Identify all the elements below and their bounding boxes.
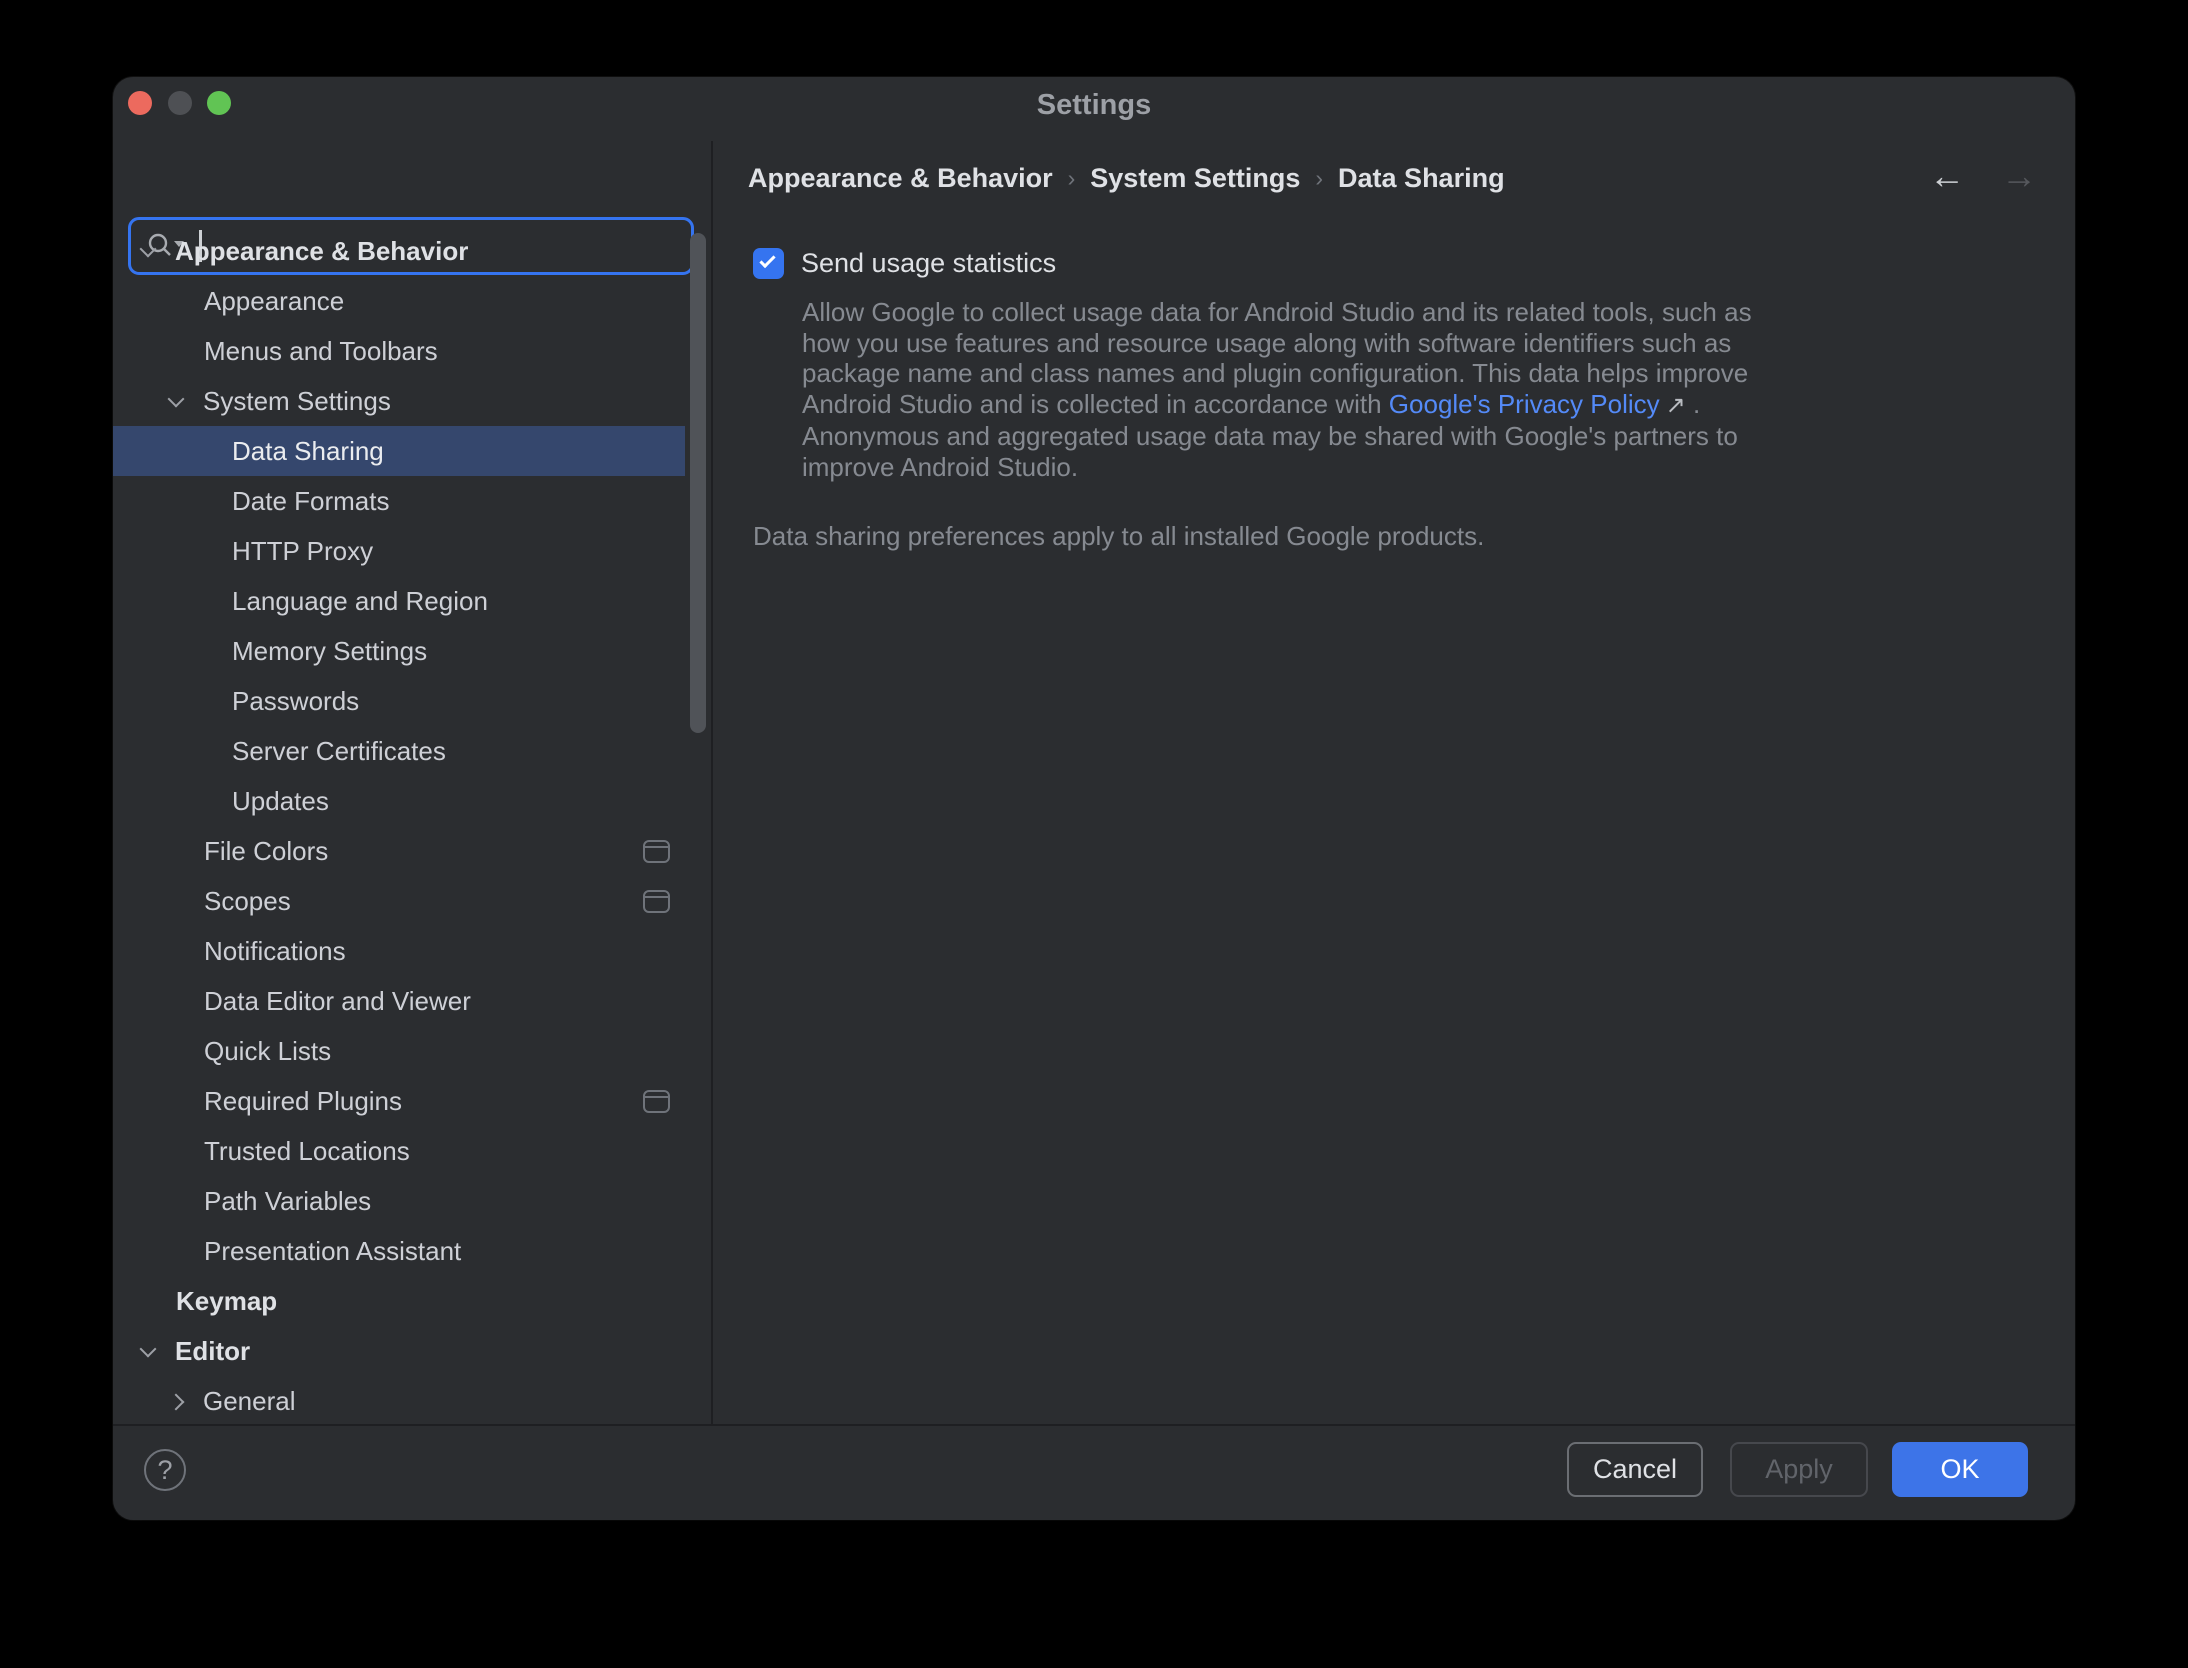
sidebar-item-label: Notifications (204, 936, 346, 966)
sidebar-item-label: General (203, 1386, 296, 1416)
sidebar-item-quick-lists[interactable]: Quick Lists (113, 1026, 711, 1076)
sidebar-item-memory-settings[interactable]: Memory Settings (113, 626, 711, 676)
sidebar-item-label: Keymap (176, 1286, 277, 1316)
sidebar-item-label: Data Sharing (232, 436, 384, 466)
breadcrumb-item-data-sharing: Data Sharing (1338, 163, 1505, 193)
sidebar-item-label: Passwords (232, 686, 359, 716)
sidebar-item-label: Menus and Toolbars (204, 336, 438, 366)
sidebar-item-label: Quick Lists (204, 1036, 331, 1066)
sidebar-item-label: Memory Settings (232, 636, 427, 666)
data-sharing-note: Data sharing preferences apply to all in… (753, 521, 1484, 552)
sidebar-item-server-certificates[interactable]: Server Certificates (113, 726, 711, 776)
window-pane-icon (643, 890, 670, 913)
settings-tree: Appearance & Behavior Appearance Menus and… (113, 226, 711, 1424)
sidebar-item-menus-and-toolbars[interactable]: Menus and Toolbars (113, 326, 711, 376)
sidebar-item-data-sharing[interactable]: Data Sharing (113, 426, 685, 476)
settings-window: Settings Appearance & BehaviorAppearance… (113, 77, 2075, 1520)
sidebar-item-general[interactable]: General (113, 1376, 711, 1424)
chevron-down-icon[interactable] (168, 391, 185, 408)
sidebar-item-scopes[interactable]: Scopes (113, 876, 711, 926)
sidebar-item-appearance[interactable]: Appearance (113, 276, 711, 326)
breadcrumb-item-system-settings[interactable]: System Settings (1090, 163, 1300, 193)
ok-button[interactable]: OK (1892, 1442, 2028, 1497)
sidebar-item-label: File Colors (204, 836, 328, 866)
chevron-right-icon[interactable] (168, 1394, 185, 1411)
sidebar-scrollbar[interactable] (690, 233, 706, 733)
sidebar-item-label: Server Certificates (232, 736, 446, 766)
sidebar-item-passwords[interactable]: Passwords (113, 676, 711, 726)
sidebar-item-label: HTTP Proxy (232, 536, 373, 566)
sidebar-item-keymap[interactable]: Keymap (113, 1276, 711, 1326)
sidebar-item-updates[interactable]: Updates (113, 776, 711, 826)
sidebar-item-label: Date Formats (232, 486, 390, 516)
back-arrow-icon[interactable]: ← (1929, 155, 1965, 196)
settings-sidebar: Appearance & Behavior Appearance Menus and… (113, 141, 711, 1424)
cancel-button[interactable]: Cancel (1567, 1442, 1703, 1497)
chevron-down-icon[interactable] (140, 241, 157, 258)
sidebar-item-language-and-region[interactable]: Language and Region (113, 576, 711, 626)
sidebar-item-notifications[interactable]: Notifications (113, 926, 711, 976)
sidebar-item-label: Required Plugins (204, 1086, 402, 1116)
window-pane-icon (643, 1090, 670, 1113)
sidebar-item-label: Presentation Assistant (204, 1236, 461, 1266)
breadcrumb: Appearance & Behavior›System Settings›Da… (748, 163, 1505, 194)
sidebar-item-label: Updates (232, 786, 329, 816)
sidebar-item-date-formats[interactable]: Date Formats (113, 476, 711, 526)
sidebar-item-label: Path Variables (204, 1186, 371, 1216)
help-button[interactable]: ? (144, 1449, 186, 1491)
history-nav: ← → (1929, 155, 2037, 197)
external-link-icon: ↗ (1660, 392, 1686, 419)
send-usage-statistics-row: Send usage statistics (753, 248, 1056, 279)
sidebar-item-appearance-behavior[interactable]: Appearance & Behavior (113, 226, 711, 276)
window-pane-icon (643, 840, 670, 863)
sidebar-item-label: Trusted Locations (204, 1136, 410, 1166)
sidebar-item-trusted-locations[interactable]: Trusted Locations (113, 1126, 711, 1176)
sidebar-item-label: Appearance & Behavior (175, 236, 468, 266)
sidebar-item-label: Scopes (204, 886, 291, 916)
window-title: Settings (113, 77, 2075, 133)
titlebar[interactable]: Settings (113, 77, 2075, 141)
sidebar-item-label: System Settings (203, 386, 391, 416)
forward-arrow-icon: → (2001, 155, 2037, 196)
breadcrumb-item-appearance-behavior[interactable]: Appearance & Behavior (748, 163, 1053, 193)
breadcrumb-separator: › (1300, 165, 1338, 191)
footer-divider (113, 1424, 2075, 1426)
checkmark-icon (759, 252, 775, 268)
send-usage-statistics-checkbox[interactable] (753, 248, 784, 279)
sidebar-item-data-editor-and-viewer[interactable]: Data Editor and Viewer (113, 976, 711, 1026)
sidebar-item-label: Appearance (204, 286, 344, 316)
sidebar-item-file-colors[interactable]: File Colors (113, 826, 711, 876)
sidebar-item-http-proxy[interactable]: HTTP Proxy (113, 526, 711, 576)
sidebar-item-system-settings[interactable]: System Settings (113, 376, 711, 426)
sidebar-item-presentation-assistant[interactable]: Presentation Assistant (113, 1226, 711, 1276)
sidebar-item-path-variables[interactable]: Path Variables (113, 1176, 711, 1226)
chevron-down-icon[interactable] (140, 1341, 157, 1358)
sidebar-item-required-plugins[interactable]: Required Plugins (113, 1076, 711, 1126)
sidebar-item-label: Data Editor and Viewer (204, 986, 471, 1016)
sidebar-item-editor[interactable]: Editor (113, 1326, 711, 1376)
checkbox-label[interactable]: Send usage statistics (801, 248, 1056, 279)
privacy-policy-link[interactable]: Google's Privacy Policy (1389, 389, 1660, 419)
usage-statistics-description: Allow Google to collect usage data for A… (802, 297, 1802, 482)
sidebar-item-label: Editor (175, 1336, 250, 1366)
apply-button: Apply (1730, 1442, 1868, 1497)
sidebar-item-label: Language and Region (232, 586, 488, 616)
breadcrumb-separator: › (1053, 165, 1091, 191)
settings-content: Appearance & Behavior›System Settings›Da… (713, 141, 2075, 1424)
